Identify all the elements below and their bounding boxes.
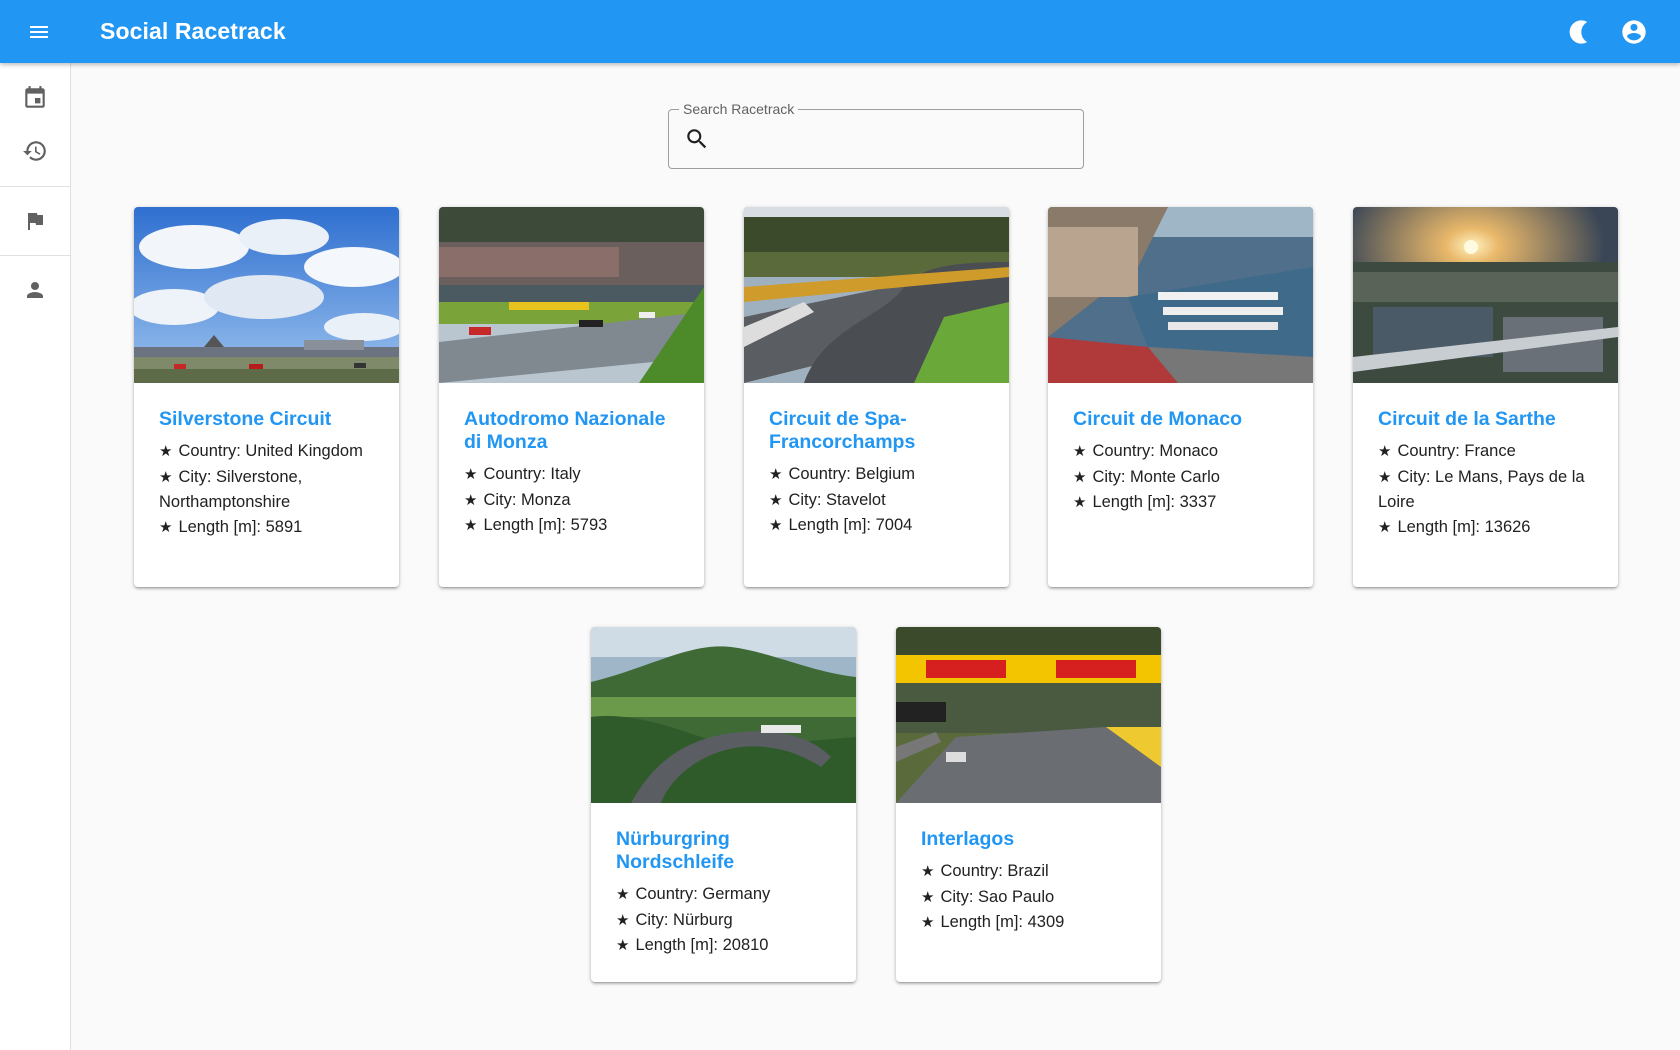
rail-item-history[interactable]: [0, 126, 70, 176]
search-icon: [684, 126, 710, 152]
country-value: Germany: [702, 885, 771, 903]
star-icon: ★: [159, 468, 173, 486]
country-value: United Kingdom: [245, 442, 363, 460]
star-icon: ★: [616, 937, 630, 954]
racetrack-photo: [1353, 207, 1618, 383]
app-title: Social Racetrack: [100, 18, 286, 44]
racetrack-photo: [439, 207, 704, 383]
length-value: 13626: [1484, 517, 1531, 536]
star-icon: ★: [464, 491, 478, 509]
rail-item-calendar[interactable]: [0, 73, 70, 123]
rail-divider: [0, 255, 70, 256]
racetrack-photo: [1048, 207, 1313, 383]
star-icon: ★: [159, 443, 173, 460]
person-icon: [27, 282, 43, 298]
history-icon: [23, 141, 46, 161]
racetrack-name: Interlagos: [921, 828, 1015, 850]
country-value: Belgium: [855, 465, 916, 483]
length-value: 7004: [875, 516, 913, 534]
search-label: Search Racetrack: [679, 101, 799, 117]
star-icon: ★: [464, 517, 478, 534]
rail-item-profile[interactable]: [0, 265, 70, 315]
star-icon: ★: [1378, 468, 1392, 486]
racetrack-photo: [744, 207, 1009, 383]
racetrack-card-monaco[interactable]: Circuit de Monaco ★ Country: Monaco ★ City…: [1048, 207, 1313, 587]
racetrack-card-nurburgring[interactable]: Nürburgring Nordschleife ★ Country: Germa…: [591, 627, 856, 982]
star-icon: ★: [1073, 468, 1087, 486]
racetrack-details: ★ Country: Italy ★ City: Monza ★ Length [m]…: [464, 465, 608, 534]
length-value: 20810: [722, 936, 769, 954]
racetrack-details: ★ Country: Brazil ★ City: Sao Paulo ★ Lengt…: [921, 862, 1065, 931]
racetrack-photo: [134, 207, 399, 383]
length-value: 5891: [265, 517, 303, 536]
length-value: 4309: [1027, 913, 1065, 931]
city-value: Sao Paulo: [978, 887, 1055, 906]
city-value: Monza: [521, 490, 571, 509]
racetrack-name: Circuit de Monaco: [1073, 408, 1243, 430]
search-racetrack-field[interactable]: Search Racetrack: [668, 101, 1084, 169]
star-icon: ★: [769, 517, 783, 534]
app-bar: Social Racetrack: [0, 0, 1680, 63]
star-icon: ★: [1378, 518, 1392, 536]
racetrack-card-interlagos[interactable]: Interlagos ★ Country: Brazil ★ City: Sao P…: [896, 627, 1161, 982]
racetrack-name: Autodromo Nazionale di Monza: [464, 408, 666, 453]
racetrack-photo: [896, 627, 1161, 803]
account-circle-icon: [1622, 19, 1646, 44]
city-value: Stavelot: [826, 490, 886, 509]
rail-divider: [0, 186, 70, 187]
star-icon: ★: [921, 914, 935, 931]
moon-icon: [1569, 19, 1588, 44]
theme-toggle-button[interactable]: [1555, 8, 1603, 56]
search-input[interactable]: [722, 110, 1069, 168]
star-icon: ★: [1378, 443, 1392, 460]
country-value: Brazil: [1007, 862, 1049, 880]
star-icon: ★: [921, 863, 935, 880]
city-value: Monte Carlo: [1130, 467, 1220, 486]
star-icon: ★: [159, 518, 173, 536]
star-icon: ★: [464, 466, 478, 483]
menu-icon: [30, 25, 48, 38]
racetrack-name: Circuit de Spa-Francorchamps: [769, 408, 916, 453]
star-icon: ★: [616, 911, 630, 929]
menu-button[interactable]: [15, 8, 63, 56]
city-value: Nürburg: [673, 910, 733, 929]
flag-icon: [28, 213, 43, 230]
racetrack-card-silverstone[interactable]: Silverstone Circuit ★ Country: United Kin…: [134, 207, 399, 587]
star-icon: ★: [616, 886, 630, 903]
star-icon: ★: [1073, 443, 1087, 460]
country-value: France: [1464, 442, 1516, 460]
rail-item-racetracks[interactable]: [0, 196, 70, 246]
racetrack-name: Nürburgring Nordschleife: [616, 828, 735, 873]
racetrack-details: ★ Country: Germany ★ City: Nürburg ★ Length…: [616, 885, 771, 954]
calendar-icon: [25, 86, 45, 108]
racetrack-card-sarthe[interactable]: Circuit de la Sarthe ★ Country: France ★ C…: [1353, 207, 1618, 587]
country-value: Italy: [550, 465, 581, 483]
racetrack-name: Silverstone Circuit: [159, 408, 332, 430]
star-icon: ★: [1073, 494, 1087, 511]
star-icon: ★: [769, 466, 783, 483]
racetrack-details: ★ Country: Monaco ★ City: Monte Carlo ★ Len…: [1073, 442, 1220, 511]
racetrack-card-spa[interactable]: Circuit de Spa-Francorchamps ★ Country: B…: [744, 207, 1009, 587]
length-value: 3337: [1179, 493, 1217, 511]
star-icon: ★: [921, 888, 935, 906]
racetrack-photo: [591, 627, 856, 803]
racetrack-card-monza[interactable]: Autodromo Nazionale di Monza ★ Country: I…: [439, 207, 704, 587]
star-icon: ★: [769, 491, 783, 509]
racetrack-details: ★ Country: United Kingdom ★ City: Silverst…: [159, 442, 363, 536]
navigation-rail: [0, 63, 71, 1050]
country-value: Monaco: [1159, 442, 1219, 460]
racetrack-name: Circuit de la Sarthe: [1378, 408, 1556, 430]
racetrack-details: ★ Country: France ★ City: Le Mans, Pays de…: [1378, 442, 1585, 536]
account-button[interactable]: [1610, 8, 1658, 56]
racetrack-details: ★ Country: Belgium ★ City: Stavelot ★ Lengt…: [769, 465, 916, 534]
length-value: 5793: [570, 516, 608, 534]
